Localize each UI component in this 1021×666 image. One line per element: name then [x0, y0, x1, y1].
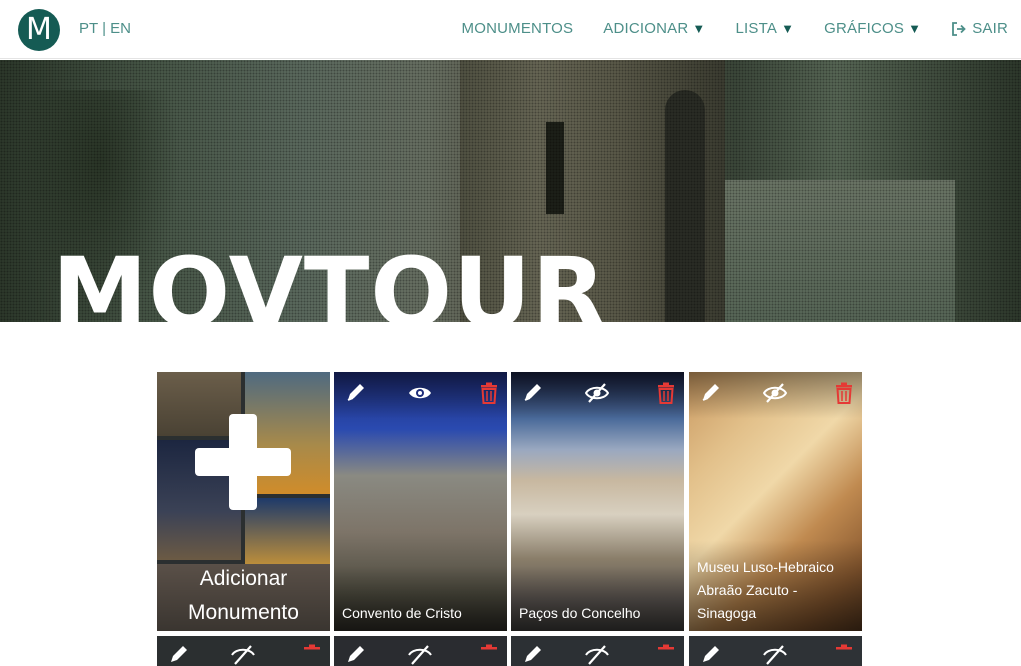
eye-slash-icon[interactable]: [231, 644, 255, 666]
trash-icon[interactable]: [477, 644, 501, 666]
logo[interactable]: M: [18, 9, 60, 51]
card-toolbar: [511, 372, 684, 412]
top-navbar: M PT | EN MONUMENTOS ADICIONAR ▼ LISTA ▼ G…: [0, 0, 1021, 59]
lang-pt-link[interactable]: PT: [79, 20, 98, 37]
nav-monumentos-label: MONUMENTOS: [461, 20, 574, 37]
eye-slash-icon[interactable]: [585, 382, 609, 404]
nav-sair-label: SAIR: [972, 20, 1008, 37]
card-toolbar: [334, 372, 507, 412]
trash-icon[interactable]: [832, 644, 856, 666]
card-toolbar: [689, 372, 862, 412]
eye-icon[interactable]: [408, 382, 432, 404]
hero-banner: MOVTOUR: [0, 60, 1021, 322]
monument-card[interactable]: Museu Luso-Hebraico Abraão Zacuto - Sina…: [689, 372, 862, 631]
lang-separator: |: [102, 20, 106, 37]
lang-en-link[interactable]: EN: [110, 20, 131, 37]
caret-down-icon: ▼: [908, 21, 922, 36]
add-label-line2: Monumento: [188, 601, 299, 624]
nav-lista-label: LISTA: [735, 20, 778, 37]
monument-card[interactable]: [689, 636, 862, 666]
nav-graficos-dropdown[interactable]: GRÁFICOS ▼: [824, 20, 921, 37]
trash-icon[interactable]: [654, 382, 678, 404]
nav-monumentos[interactable]: MONUMENTOS: [462, 20, 574, 37]
nav-lista-dropdown[interactable]: LISTA ▼: [736, 20, 795, 37]
pencil-icon[interactable]: [521, 644, 545, 666]
pencil-icon[interactable]: [699, 382, 723, 404]
eye-slash-icon[interactable]: [585, 644, 609, 666]
caret-down-icon: ▼: [781, 21, 795, 36]
pencil-icon[interactable]: [344, 382, 368, 404]
plus-icon: [195, 414, 291, 510]
eye-slash-icon[interactable]: [408, 644, 432, 666]
trash-icon[interactable]: [477, 382, 501, 404]
add-monument-label: Adicionar Monumento: [157, 562, 330, 630]
nav-adicionar-dropdown[interactable]: ADICIONAR ▼: [603, 20, 705, 37]
eye-slash-icon[interactable]: [763, 382, 787, 404]
nav-graficos-label: GRÁFICOS: [824, 20, 905, 37]
add-monument-card[interactable]: Adicionar Monumento: [157, 372, 330, 631]
monument-name: Convento de Cristo: [342, 605, 462, 621]
main-menu: MONUMENTOS ADICIONAR ▼ LISTA ▼ GRÁFICOS ▼ S…: [432, 20, 1008, 37]
language-switcher: PT | EN: [79, 20, 131, 37]
monument-name: Museu Luso-Hebraico Abraão Zacuto - Sina…: [697, 559, 834, 621]
eye-slash-icon[interactable]: [763, 644, 787, 666]
nav-adicionar-label: ADICIONAR: [603, 20, 689, 37]
sign-out-icon: [952, 21, 966, 36]
monument-card[interactable]: Paços do Concelho: [511, 372, 684, 631]
caret-down-icon: ▼: [692, 21, 706, 36]
trash-icon[interactable]: [654, 644, 678, 666]
trash-icon[interactable]: [300, 644, 324, 666]
monument-card[interactable]: [334, 636, 507, 666]
nav-sair-button[interactable]: SAIR: [951, 20, 1008, 37]
trash-icon[interactable]: [832, 382, 856, 404]
hero-title: MOVTOUR: [52, 237, 607, 322]
monument-name: Paços do Concelho: [519, 605, 641, 621]
pencil-icon[interactable]: [344, 644, 368, 666]
pencil-icon[interactable]: [167, 644, 191, 666]
monument-card[interactable]: [157, 636, 330, 666]
monument-card[interactable]: [511, 636, 684, 666]
pencil-icon[interactable]: [699, 644, 723, 666]
add-label-line1: Adicionar: [199, 567, 288, 590]
pencil-icon[interactable]: [521, 382, 545, 404]
monument-card[interactable]: Convento de Cristo: [334, 372, 507, 631]
